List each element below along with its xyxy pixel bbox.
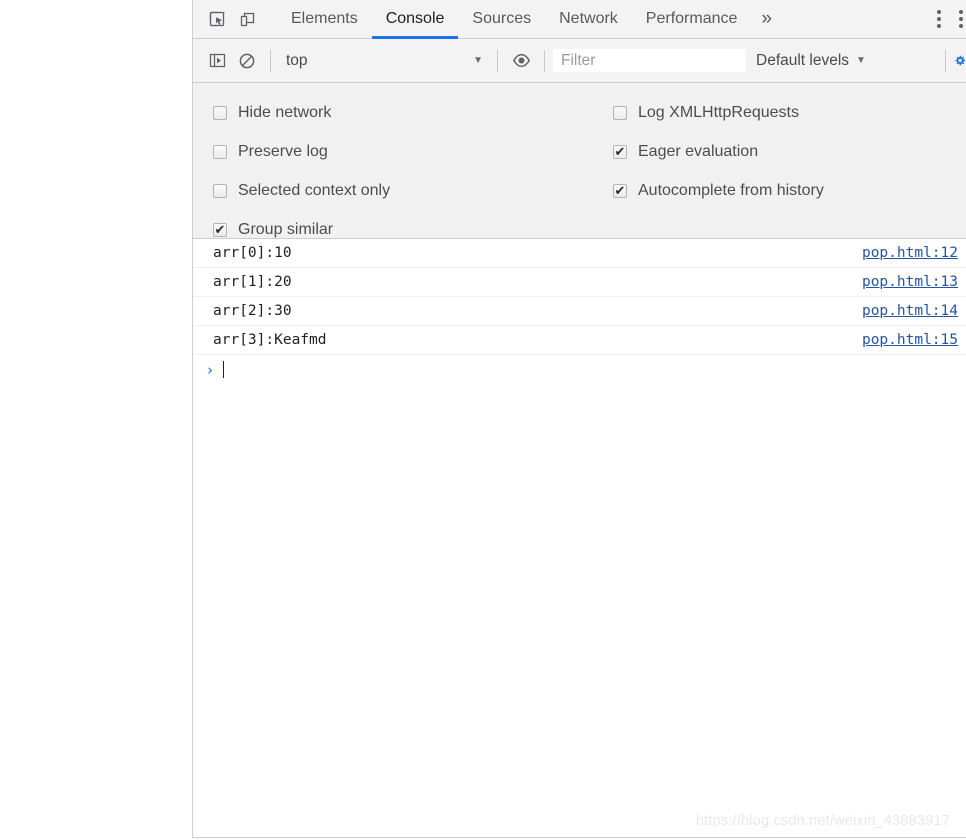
- console-filter-input[interactable]: [553, 49, 746, 72]
- console-message-text: arr[1]:20: [213, 274, 292, 290]
- console-toolbar: top ▼ Default levels ▼: [193, 39, 966, 83]
- console-message-row[interactable]: arr[0]:10 pop.html:12: [193, 239, 966, 268]
- toolbar-divider-4: [945, 49, 946, 72]
- check-icon: ✔: [614, 143, 626, 159]
- inspect-element-icon[interactable]: [202, 5, 232, 33]
- setting-eager-evaluation[interactable]: ✔ Eager evaluation: [613, 132, 824, 171]
- setting-selected-context-only-label: Selected context only: [238, 181, 391, 199]
- setting-autocomplete-from-history[interactable]: ✔ Autocomplete from history: [613, 171, 824, 210]
- tab-performance[interactable]: Performance: [632, 0, 752, 38]
- console-sidebar-toggle[interactable]: [202, 47, 232, 75]
- log-levels-label: Default levels: [756, 51, 850, 69]
- log-levels-dropdown[interactable]: Default levels ▼: [756, 52, 866, 70]
- execution-context-value: top: [286, 51, 308, 69]
- check-icon: ✔: [214, 221, 226, 237]
- tab-elements-label: Elements: [291, 10, 358, 27]
- watermark-text: https://blog.csdn.net/weixin_43883917: [695, 813, 950, 829]
- console-message-row[interactable]: arr[3]:Keafmd pop.html:15: [193, 326, 966, 355]
- check-icon: ✔: [614, 182, 626, 198]
- tab-elements[interactable]: Elements: [277, 0, 372, 38]
- devtools-main-menu-icon[interactable]: [922, 0, 956, 38]
- setting-preserve-log-label: Preserve log: [238, 142, 328, 160]
- console-message-source-link[interactable]: pop.html:15: [862, 332, 958, 348]
- prompt-arrow-icon: ›: [205, 360, 215, 379]
- console-message-row[interactable]: arr[2]:30 pop.html:14: [193, 297, 966, 326]
- setting-group-similar-label: Group similar: [238, 220, 334, 238]
- tab-console[interactable]: Console: [371, 0, 459, 39]
- checkbox-autocomplete-from-history[interactable]: ✔: [613, 182, 627, 198]
- console-message-text: arr[0]:10: [213, 245, 292, 261]
- setting-eager-evaluation-label: Eager evaluation: [638, 142, 759, 160]
- device-toolbar-icon[interactable]: [232, 5, 262, 33]
- tab-sources[interactable]: Sources: [458, 0, 545, 38]
- console-message-row[interactable]: arr[1]:20 pop.html:13: [193, 268, 966, 297]
- console-message-source-link[interactable]: pop.html:14: [862, 303, 958, 319]
- devtools-tabstrip: Elements Console Sources Network Perform…: [193, 0, 966, 39]
- toolbar-divider-1: [270, 49, 271, 72]
- setting-preserve-log[interactable]: ✔ Preserve log: [213, 132, 390, 171]
- setting-hide-network[interactable]: ✔ Hide network: [213, 93, 390, 132]
- console-message-source-link[interactable]: pop.html:12: [862, 245, 958, 261]
- console-settings-right-column: ✔ Log XMLHttpRequests ✔ Eager evaluation…: [613, 93, 824, 210]
- tab-network-label: Network: [559, 10, 618, 27]
- chevron-down-icon: ▼: [473, 54, 483, 66]
- console-prompt[interactable]: ›: [193, 355, 966, 384]
- setting-log-xmlhttprequests-label: Log XMLHttpRequests: [638, 103, 799, 121]
- tab-sources-label: Sources: [472, 10, 532, 27]
- console-message-source-link[interactable]: pop.html:13: [862, 274, 958, 290]
- create-live-expression-icon[interactable]: [506, 47, 536, 75]
- checkbox-group-similar[interactable]: ✔: [213, 221, 227, 237]
- console-settings-gear-icon[interactable]: [954, 51, 966, 70]
- devtools-tabs: Elements Console Sources Network Perform…: [277, 0, 907, 39]
- devtools-overflow-icon-clipped[interactable]: [956, 0, 966, 38]
- tab-network[interactable]: Network: [545, 0, 632, 38]
- execution-context-select[interactable]: top ▼: [279, 48, 489, 74]
- devtools-panel: Elements Console Sources Network Perform…: [192, 0, 966, 838]
- checkbox-eager-evaluation[interactable]: ✔: [613, 143, 627, 159]
- clear-console-icon[interactable]: [232, 47, 262, 75]
- screenshot-root: Elements Console Sources Network Perform…: [0, 0, 966, 840]
- setting-log-xmlhttprequests[interactable]: ✔ Log XMLHttpRequests: [613, 93, 824, 132]
- console-settings-left-column: ✔ Hide network ✔ Preserve log ✔ Selected…: [213, 93, 390, 249]
- setting-autocomplete-from-history-label: Autocomplete from history: [638, 181, 824, 199]
- console-message-text: arr[2]:30: [213, 303, 292, 319]
- console-settings-pane: ✔ Hide network ✔ Preserve log ✔ Selected…: [193, 83, 966, 239]
- console-message-list[interactable]: arr[0]:10 pop.html:12 arr[1]:20 pop.html…: [193, 239, 966, 837]
- setting-hide-network-label: Hide network: [238, 103, 332, 121]
- checkbox-preserve-log[interactable]: ✔: [213, 144, 227, 159]
- chevron-down-icon-levels: ▼: [856, 54, 866, 66]
- tabstrip-right-icons: [907, 0, 966, 38]
- console-settings-area: [937, 39, 966, 82]
- tab-performance-label: Performance: [645, 10, 738, 27]
- checkbox-selected-context-only[interactable]: ✔: [213, 183, 227, 198]
- checkbox-log-xmlhttprequests[interactable]: ✔: [613, 105, 627, 120]
- console-message-text: arr[3]:Keafmd: [213, 332, 327, 348]
- tab-console-label: Console: [385, 10, 445, 27]
- text-cursor: [223, 361, 224, 378]
- setting-selected-context-only[interactable]: ✔ Selected context only: [213, 171, 390, 210]
- toolbar-divider-2: [497, 49, 498, 72]
- toolbar-divider-3: [544, 49, 545, 72]
- more-tabs-icon[interactable]: »: [751, 0, 784, 38]
- checkbox-hide-network[interactable]: ✔: [213, 105, 227, 120]
- devtools-tool-icons: [193, 0, 277, 38]
